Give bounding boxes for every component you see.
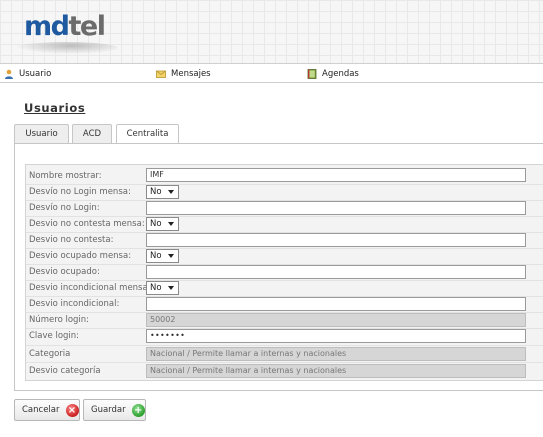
x-circle-icon: × bbox=[65, 403, 79, 417]
tab-centralita[interactable]: Centralita bbox=[116, 124, 179, 144]
row-nombre-mostrar: Nombre mostrar: IMF bbox=[26, 168, 543, 184]
select-value: No bbox=[150, 251, 162, 261]
mdtel-logo: mdtel bbox=[8, 8, 120, 54]
desvio-ocupado-input[interactable] bbox=[146, 265, 526, 279]
row-clave-login: Clave login: ••••••• bbox=[26, 328, 543, 344]
book-icon bbox=[307, 68, 317, 79]
desvio-categoria-field: Nacional / Permite llamar a internas y n… bbox=[146, 364, 526, 378]
logo-tel: tel bbox=[68, 11, 105, 42]
select-value: No bbox=[150, 187, 162, 197]
page-title: Usuarios bbox=[24, 101, 86, 115]
nav-label-mensajes: Mensajes bbox=[171, 68, 211, 79]
row-desvio-ocupado-mensa: Desvio ocupado mensa: No bbox=[26, 248, 543, 264]
user-icon bbox=[5, 69, 13, 79]
desvio-no-login-mensa-select[interactable]: No bbox=[146, 185, 179, 199]
plus-circle-icon: + bbox=[131, 403, 145, 417]
row-desvio-no-login-mensa: Desvío no Login mensa: No bbox=[26, 184, 543, 200]
save-button[interactable]: Guardar + bbox=[83, 399, 146, 421]
label-desvio-no-login: Desvío no Login: bbox=[29, 203, 100, 213]
label-desvio-categoria: Desvio categoría bbox=[29, 366, 101, 376]
nav-item-mensajes[interactable]: Mensajes bbox=[156, 67, 211, 80]
row-desvio-incondicional-mensa: Desvio incondicional mensa: No bbox=[26, 280, 543, 296]
top-nav: Usuario Mensajes Agendas bbox=[0, 63, 543, 83]
tab-panel: Nombre mostrar: IMF Desvío no Login mens… bbox=[14, 143, 543, 391]
nombre-mostrar-input[interactable]: IMF bbox=[146, 168, 526, 182]
row-numero-login: Número login: 50002 bbox=[26, 312, 543, 328]
row-desvio-no-contesta-mensa: Desvio no contesta mensa: No bbox=[26, 216, 543, 232]
select-value: No bbox=[150, 283, 162, 293]
tab-usuario[interactable]: Usuario bbox=[14, 124, 69, 143]
label-desvio-ocupado-mensa: Desvio ocupado mensa: bbox=[29, 251, 132, 261]
logo-md: md bbox=[24, 11, 70, 42]
label-desvio-incondicional-mensa: Desvio incondicional mensa: bbox=[29, 283, 151, 293]
cancel-button-label: Cancelar bbox=[22, 405, 60, 415]
label-desvio-no-login-mensa: Desvío no Login mensa: bbox=[29, 187, 131, 197]
desvio-no-contesta-mensa-select[interactable]: No bbox=[146, 217, 179, 231]
envelope-icon bbox=[156, 70, 166, 78]
row-desvio-incondicional: Desvio incondicional: bbox=[26, 296, 543, 312]
app-header: mdtel bbox=[0, 0, 543, 63]
numero-login-field: 50002 bbox=[146, 313, 526, 327]
logo-swoosh bbox=[14, 42, 118, 54]
desvio-no-login-input[interactable] bbox=[146, 201, 526, 215]
nav-label-usuario: Usuario bbox=[19, 68, 52, 79]
label-desvio-no-contesta: Desvio no contesta: bbox=[29, 235, 114, 245]
nav-label-agendas: Agendas bbox=[322, 68, 359, 79]
nav-item-agendas[interactable]: Agendas bbox=[307, 67, 359, 80]
row-desvio-ocupado: Desvio ocupado: bbox=[26, 264, 543, 280]
cancel-button[interactable]: Cancelar × bbox=[14, 399, 80, 421]
select-value: No bbox=[150, 219, 162, 229]
row-desvio-no-login: Desvío no Login: bbox=[26, 200, 543, 216]
desvio-ocupado-mensa-select[interactable]: No bbox=[146, 249, 179, 263]
desvio-incondicional-mensa-select[interactable]: No bbox=[146, 281, 179, 295]
label-clave-login: Clave login: bbox=[29, 331, 80, 341]
logo-text: mdtel bbox=[24, 11, 106, 42]
desvio-incondicional-input[interactable] bbox=[146, 297, 526, 311]
row-desvio-categoria: Desvio categoría Nacional / Permite llam… bbox=[26, 363, 543, 379]
clave-login-password[interactable]: ••••••• bbox=[146, 329, 526, 343]
row-categoria: Categoria Nacional / Permite llamar a in… bbox=[26, 346, 543, 362]
chevron-down-icon bbox=[168, 286, 174, 290]
centralita-form: Nombre mostrar: IMF Desvío no Login mens… bbox=[25, 164, 543, 381]
chevron-down-icon bbox=[168, 222, 174, 226]
nav-item-usuario[interactable]: Usuario bbox=[4, 67, 51, 80]
chevron-down-icon bbox=[168, 190, 174, 194]
label-desvio-no-contesta-mensa: Desvio no contesta mensa: bbox=[29, 219, 145, 229]
chevron-down-icon bbox=[168, 254, 174, 258]
row-desvio-no-contesta: Desvio no contesta: bbox=[26, 232, 543, 248]
label-desvio-incondicional: Desvio incondicional: bbox=[29, 299, 120, 309]
label-numero-login: Número login: bbox=[29, 315, 90, 325]
tab-acd[interactable]: ACD bbox=[72, 124, 112, 143]
label-categoria: Categoria bbox=[29, 349, 71, 359]
label-nombre-mostrar: Nombre mostrar: bbox=[29, 171, 102, 181]
categoria-field: Nacional / Permite llamar a internas y n… bbox=[146, 347, 526, 361]
label-desvio-ocupado: Desvio ocupado: bbox=[29, 267, 100, 277]
desvio-no-contesta-input[interactable] bbox=[146, 233, 526, 247]
save-button-label: Guardar bbox=[91, 405, 126, 415]
